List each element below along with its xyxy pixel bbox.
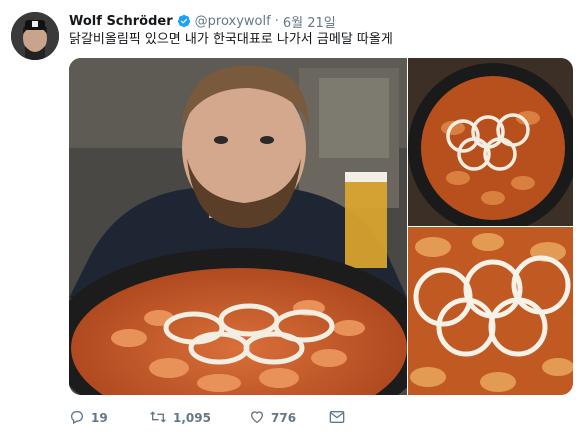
reply-icon — [69, 409, 85, 428]
retweet-count: 1,095 — [173, 411, 211, 425]
photo-main[interactable] — [69, 58, 407, 395]
author-handle[interactable]: @proxywolf — [195, 14, 271, 29]
photo-bottom-right[interactable] — [408, 227, 573, 395]
reply-count: 19 — [91, 411, 108, 425]
separator-dot: · — [274, 13, 279, 29]
verified-badge-icon — [177, 14, 191, 28]
avatar[interactable] — [11, 12, 59, 60]
retweet-button[interactable]: 1,095 — [149, 409, 249, 428]
heart-icon — [249, 409, 265, 428]
direct-message-button[interactable] — [329, 410, 345, 427]
tweet-text: 닭갈비올림픽 있으면 내가 한국대표로 나가서 금메달 따올게 — [69, 32, 393, 47]
author-name[interactable]: Wolf Schröder — [69, 14, 173, 29]
avatar-image — [11, 12, 59, 60]
like-button[interactable]: 776 — [249, 409, 329, 428]
tweet-header: Wolf Schröder @proxywolf · 6월 21일 — [69, 11, 336, 31]
tweet-date[interactable]: 6월 21일 — [283, 12, 336, 31]
retweet-icon — [149, 409, 167, 428]
reply-button[interactable]: 19 — [69, 409, 139, 428]
like-count: 776 — [271, 411, 297, 425]
tweet-actions: 19 1,095 776 — [69, 408, 345, 428]
photo-top-right[interactable] — [408, 58, 573, 226]
envelope-icon — [329, 410, 345, 427]
